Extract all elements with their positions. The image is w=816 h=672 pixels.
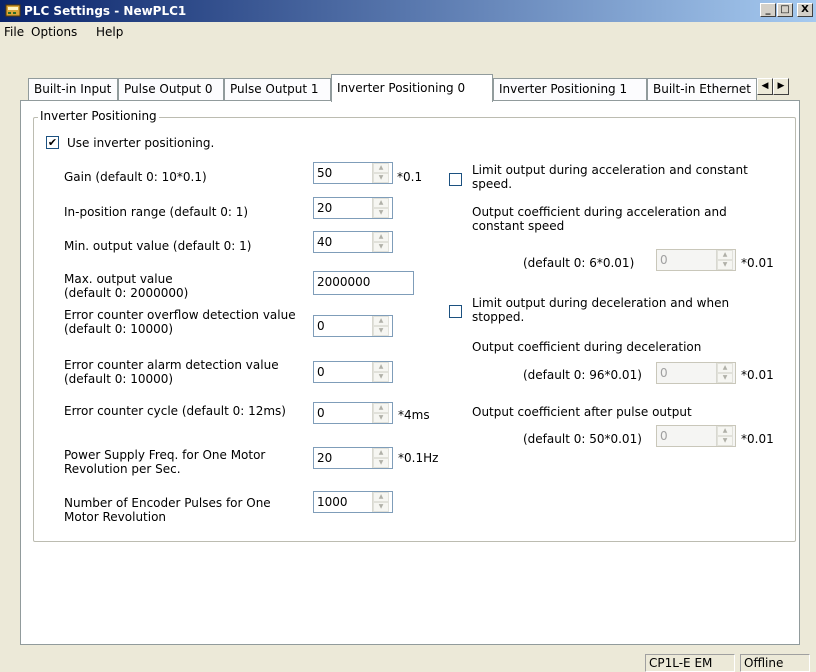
max-output-input[interactable]: 2000000: [313, 271, 414, 295]
accel-coef-label: (default 0: 6*0.01): [523, 256, 635, 270]
error-alarm-label: Error counter alarm detection value (def…: [64, 358, 279, 386]
maximize-button[interactable]: □: [777, 3, 793, 17]
accel-coef-spinner[interactable]: ▲ ▼: [716, 250, 733, 270]
limit-decel-checkbox[interactable]: [449, 305, 462, 318]
encoder-pulses-label: Number of Encoder Pulses for One Motor R…: [64, 496, 271, 524]
decel-coef-unit: *0.01: [741, 368, 774, 382]
power-supply-freq-unit: *0.1Hz: [398, 451, 439, 465]
min-output-label: Min. output value (default 0: 1): [64, 239, 252, 253]
error-cycle-label: Error counter cycle (default 0: 12ms): [64, 404, 286, 418]
plc-app-icon: [5, 4, 21, 17]
gain-unit: *0.1: [397, 170, 423, 184]
error-cycle-spinner[interactable]: ▲ ▼: [372, 403, 389, 423]
min-output-spinner[interactable]: ▲ ▼: [372, 232, 389, 252]
status-mode: Offline: [740, 654, 810, 672]
menu-help[interactable]: Help: [96, 25, 123, 39]
status-device: CP1L-E EM: [645, 654, 735, 672]
power-supply-freq-label: Power Supply Freq. for One Motor Revolut…: [64, 448, 266, 476]
tab-inverter-positioning-0[interactable]: Inverter Positioning 0: [331, 74, 493, 102]
after-pulse-coef-label: (default 0: 50*0.01): [523, 432, 642, 446]
tab-scroll-left-button[interactable]: ◀: [757, 78, 773, 95]
gain-label: Gain (default 0: 10*0.1): [64, 170, 207, 184]
decel-coef-title: Output coefficient during deceleration: [472, 340, 702, 354]
tab-inverter-positioning-1[interactable]: Inverter Positioning 1: [493, 78, 647, 100]
limit-accel-checkbox[interactable]: [449, 173, 462, 186]
accel-coef-unit: *0.01: [741, 256, 774, 270]
tab-scroll-right-button[interactable]: ▶: [773, 78, 789, 95]
minimize-button[interactable]: _: [760, 3, 776, 17]
limit-decel-label: Limit output during deceleration and whe…: [472, 296, 730, 324]
encoder-pulses-spinner[interactable]: ▲ ▼: [372, 492, 389, 512]
in-position-range-spinner[interactable]: ▲ ▼: [372, 198, 389, 218]
after-pulse-coef-unit: *0.01: [741, 432, 774, 446]
error-overflow-label: Error counter overflow detection value (…: [64, 308, 296, 336]
decel-coef-label: (default 0: 96*0.01): [523, 368, 642, 382]
error-alarm-spinner[interactable]: ▲ ▼: [372, 362, 389, 382]
tab-built-in-ethernet[interactable]: Built-in Ethernet: [647, 78, 757, 100]
use-inverter-positioning-checkbox[interactable]: ✔: [46, 136, 59, 149]
gain-spinner[interactable]: ▲ ▼: [372, 163, 389, 183]
limit-accel-label: Limit output during acceleration and con…: [472, 163, 748, 191]
tab-pulse-output-1[interactable]: Pulse Output 1: [224, 78, 331, 100]
max-output-label: Max. output value (default 0: 2000000): [64, 272, 189, 300]
tab-pulse-output-0[interactable]: Pulse Output 0: [118, 78, 224, 100]
use-inverter-positioning-label: Use inverter positioning.: [67, 136, 215, 150]
error-overflow-spinner[interactable]: ▲ ▼: [372, 316, 389, 336]
accel-coef-title: Output coefficient during acceleration a…: [472, 205, 727, 233]
power-supply-freq-spinner[interactable]: ▲ ▼: [372, 448, 389, 468]
close-button[interactable]: X: [797, 3, 813, 17]
in-position-range-label: In-position range (default 0: 1): [64, 205, 249, 219]
menu-file[interactable]: File: [4, 25, 24, 39]
tab-built-in-input[interactable]: Built-in Input: [28, 78, 118, 100]
after-pulse-coef-spinner[interactable]: ▲ ▼: [716, 426, 733, 446]
window-title: PLC Settings - NewPLC1: [24, 4, 187, 18]
decel-coef-spinner[interactable]: ▲ ▼: [716, 363, 733, 383]
error-cycle-unit: *4ms: [398, 408, 430, 422]
group-title: Inverter Positioning: [38, 109, 159, 123]
menu-options[interactable]: Options: [31, 25, 77, 39]
after-pulse-title: Output coefficient after pulse output: [472, 405, 692, 419]
